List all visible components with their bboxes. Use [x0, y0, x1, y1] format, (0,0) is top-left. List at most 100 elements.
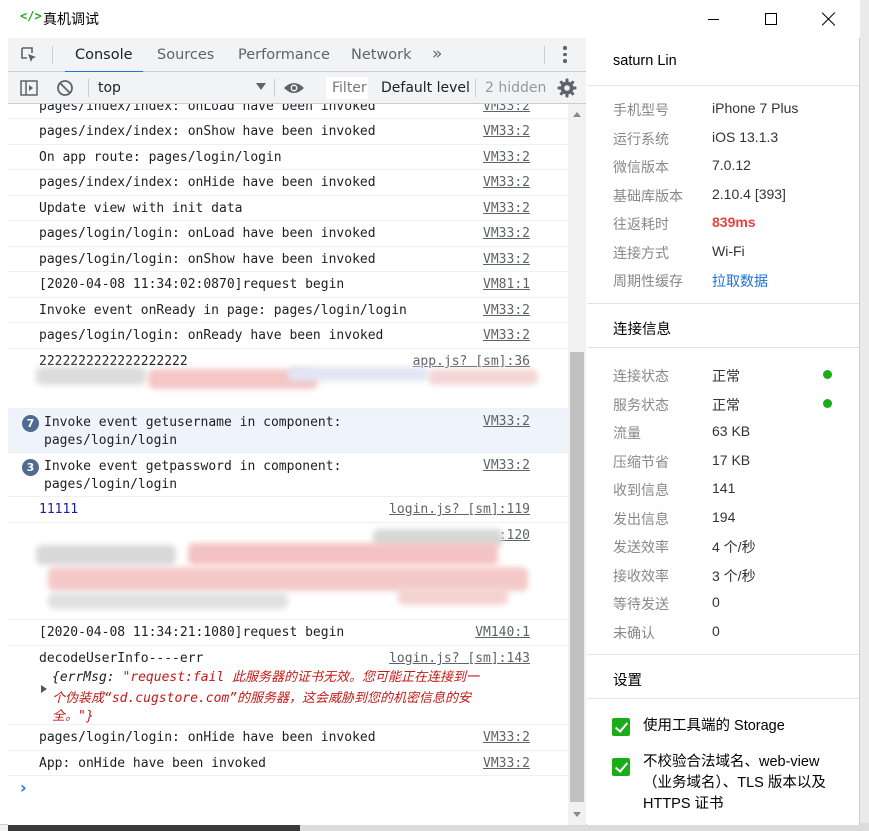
- log-row: Update view with init data VM33:2: [8, 196, 568, 221]
- maximize-button[interactable]: [748, 0, 794, 38]
- section-title: 连接信息: [613, 322, 671, 338]
- conn-row-received: 收到信息 141: [587, 474, 859, 502]
- filter-input[interactable]: Filter: [326, 77, 368, 99]
- log-source-link[interactable]: VM33:2: [483, 104, 530, 114]
- log-row-redacted: :120: [8, 523, 568, 620]
- info-key: 周期性缓存: [613, 273, 683, 289]
- log-row: App: onHide have been invoked VM33:2: [8, 751, 568, 776]
- more-tabs-button[interactable]: »: [432, 44, 443, 64]
- log-source-link[interactable]: VM140:1: [475, 625, 530, 640]
- expand-triangle-icon[interactable]: [41, 685, 47, 693]
- redacted-content: [428, 369, 538, 385]
- title-bar[interactable]: </> 真机调试: [0, 0, 860, 38]
- info-value: 17 KB: [712, 452, 751, 468]
- log-message: pages/index/index: onLoad have been invo…: [39, 104, 376, 114]
- log-row: 11111 login.js? [sm]:119: [8, 497, 568, 523]
- log-message: pages/index/index: onHide have been invo…: [39, 175, 376, 190]
- conn-row-sent: 发出信息 194: [587, 503, 859, 531]
- info-key: 发出信息: [613, 511, 669, 527]
- info-value: 3 个/秒: [712, 568, 756, 584]
- log-row: pages/index/index: onLoad have been invo…: [8, 104, 568, 119]
- console-toolbar: top Filter Default level 2 hidden: [8, 72, 586, 104]
- console-scrollbar[interactable]: [568, 104, 586, 825]
- error-object-key: {errMsg:: [52, 670, 123, 685]
- log-row: pages/index/index: onShow have been invo…: [8, 119, 568, 145]
- log-message: Invoke event getusername in component: p…: [44, 415, 342, 448]
- toolbar-separator: [88, 79, 89, 97]
- log-source-link[interactable]: login.js? [sm]:119: [389, 502, 530, 517]
- log-source-link[interactable]: VM33:2: [483, 150, 530, 165]
- conn-row-service: 服务状态 正常: [587, 389, 859, 417]
- info-key: 连接状态: [613, 368, 669, 384]
- info-row-sdk: 基础库版本 2.10.4 [393]: [587, 180, 859, 208]
- console-output[interactable]: pages/index/index: onLoad have been invo…: [8, 104, 568, 825]
- close-button[interactable]: [806, 0, 852, 38]
- close-icon: [822, 12, 836, 26]
- gear-icon[interactable]: [557, 78, 577, 98]
- tab-network[interactable]: Network: [351, 38, 412, 72]
- repeat-count-badge: 7: [22, 415, 39, 432]
- tab-separator: [544, 46, 545, 64]
- info-value: 正常: [712, 368, 740, 384]
- info-value: 7.0.12: [712, 157, 751, 173]
- log-source-link[interactable]: VM33:2: [483, 458, 530, 473]
- devtools-tabbar: Console Sources Performance Network »: [8, 38, 586, 73]
- pull-data-link[interactable]: 拉取数据: [712, 271, 768, 291]
- info-key: 服务状态: [613, 397, 669, 413]
- log-source-link[interactable]: VM33:2: [483, 756, 530, 771]
- log-levels-dropdown[interactable]: Default level: [381, 72, 470, 104]
- log-source-link[interactable]: VM33:2: [483, 303, 530, 318]
- chevron-down-icon: [256, 83, 266, 90]
- log-source-link[interactable]: VM33:2: [483, 328, 530, 343]
- log-message: pages/login/login: onLoad have been invo…: [39, 226, 376, 241]
- scroll-down-icon[interactable]: [573, 812, 581, 817]
- log-row: pages/index/index: onHide have been invo…: [8, 170, 568, 196]
- log-source-link[interactable]: :120: [499, 528, 530, 543]
- log-source-link[interactable]: login.js? [sm]:143: [389, 651, 530, 666]
- log-source-link[interactable]: app.js? [sm]:36: [413, 354, 530, 369]
- log-row: 2222222222222222222 app.js? [sm]:36: [8, 349, 568, 409]
- log-source-link[interactable]: VM33:2: [483, 201, 530, 216]
- log-message: 11111: [39, 502, 79, 517]
- log-source-link[interactable]: VM33:2: [483, 414, 530, 429]
- minimize-button[interactable]: [690, 0, 736, 38]
- scroll-up-icon[interactable]: [573, 112, 581, 117]
- tab-console[interactable]: Console: [65, 38, 143, 73]
- sidebar-toggle-icon[interactable]: [20, 79, 38, 97]
- devtools-pane: Console Sources Performance Network » to…: [8, 38, 586, 825]
- log-row: pages/login/login: onHide have been invo…: [8, 725, 568, 751]
- info-key: 收到信息: [613, 482, 669, 498]
- clear-console-icon[interactable]: [56, 79, 74, 97]
- tab-performance[interactable]: Performance: [238, 38, 330, 72]
- conn-row-status: 连接状态 正常: [587, 360, 859, 388]
- log-source-link[interactable]: VM33:2: [483, 124, 530, 139]
- error-object[interactable]: {errMsg: "request:fail 此服务器的证书无效。您可能正在连接…: [52, 669, 479, 687]
- eye-icon[interactable]: [283, 81, 305, 95]
- log-row: pages/login/login: onReady have been inv…: [8, 323, 568, 349]
- info-key: 接收效率: [613, 568, 669, 584]
- context-select[interactable]: top: [98, 78, 266, 98]
- repeat-count-badge: 3: [22, 459, 39, 476]
- status-ok-dot: [823, 370, 832, 379]
- setting-label: 不校验合法域名、web-view（业务域名）、TLS 版本以及 HTTPS 证书: [643, 754, 826, 812]
- log-source-link[interactable]: VM33:2: [483, 730, 530, 745]
- info-key: 流量: [613, 425, 641, 441]
- console-prompt[interactable]: ›: [20, 778, 27, 797]
- scrollbar-thumb[interactable]: [570, 352, 584, 802]
- checkbox-checked[interactable]: [612, 718, 630, 736]
- error-log-row: decodeUserInfo----err login.js? [sm]:143…: [8, 646, 568, 725]
- log-source-link[interactable]: VM81:1: [483, 277, 530, 292]
- inspect-element-icon[interactable]: [20, 46, 38, 64]
- log-source-link[interactable]: VM33:2: [483, 175, 530, 190]
- conn-row-unacked: 未确认 0: [587, 617, 859, 645]
- log-source-link[interactable]: VM33:2: [483, 252, 530, 267]
- hidden-messages-count: 2 hidden: [485, 80, 547, 96]
- conn-row-pending: 等待发送 0: [587, 588, 859, 616]
- info-key: 往返耗时: [613, 216, 669, 232]
- checkbox-checked[interactable]: [612, 758, 630, 776]
- more-options-icon[interactable]: [562, 46, 568, 64]
- log-message: pages/login/login: onShow have been invo…: [39, 252, 376, 267]
- info-row-cache: 周期性缓存 拉取数据: [587, 265, 859, 293]
- tab-sources[interactable]: Sources: [157, 38, 214, 72]
- log-source-link[interactable]: VM33:2: [483, 226, 530, 241]
